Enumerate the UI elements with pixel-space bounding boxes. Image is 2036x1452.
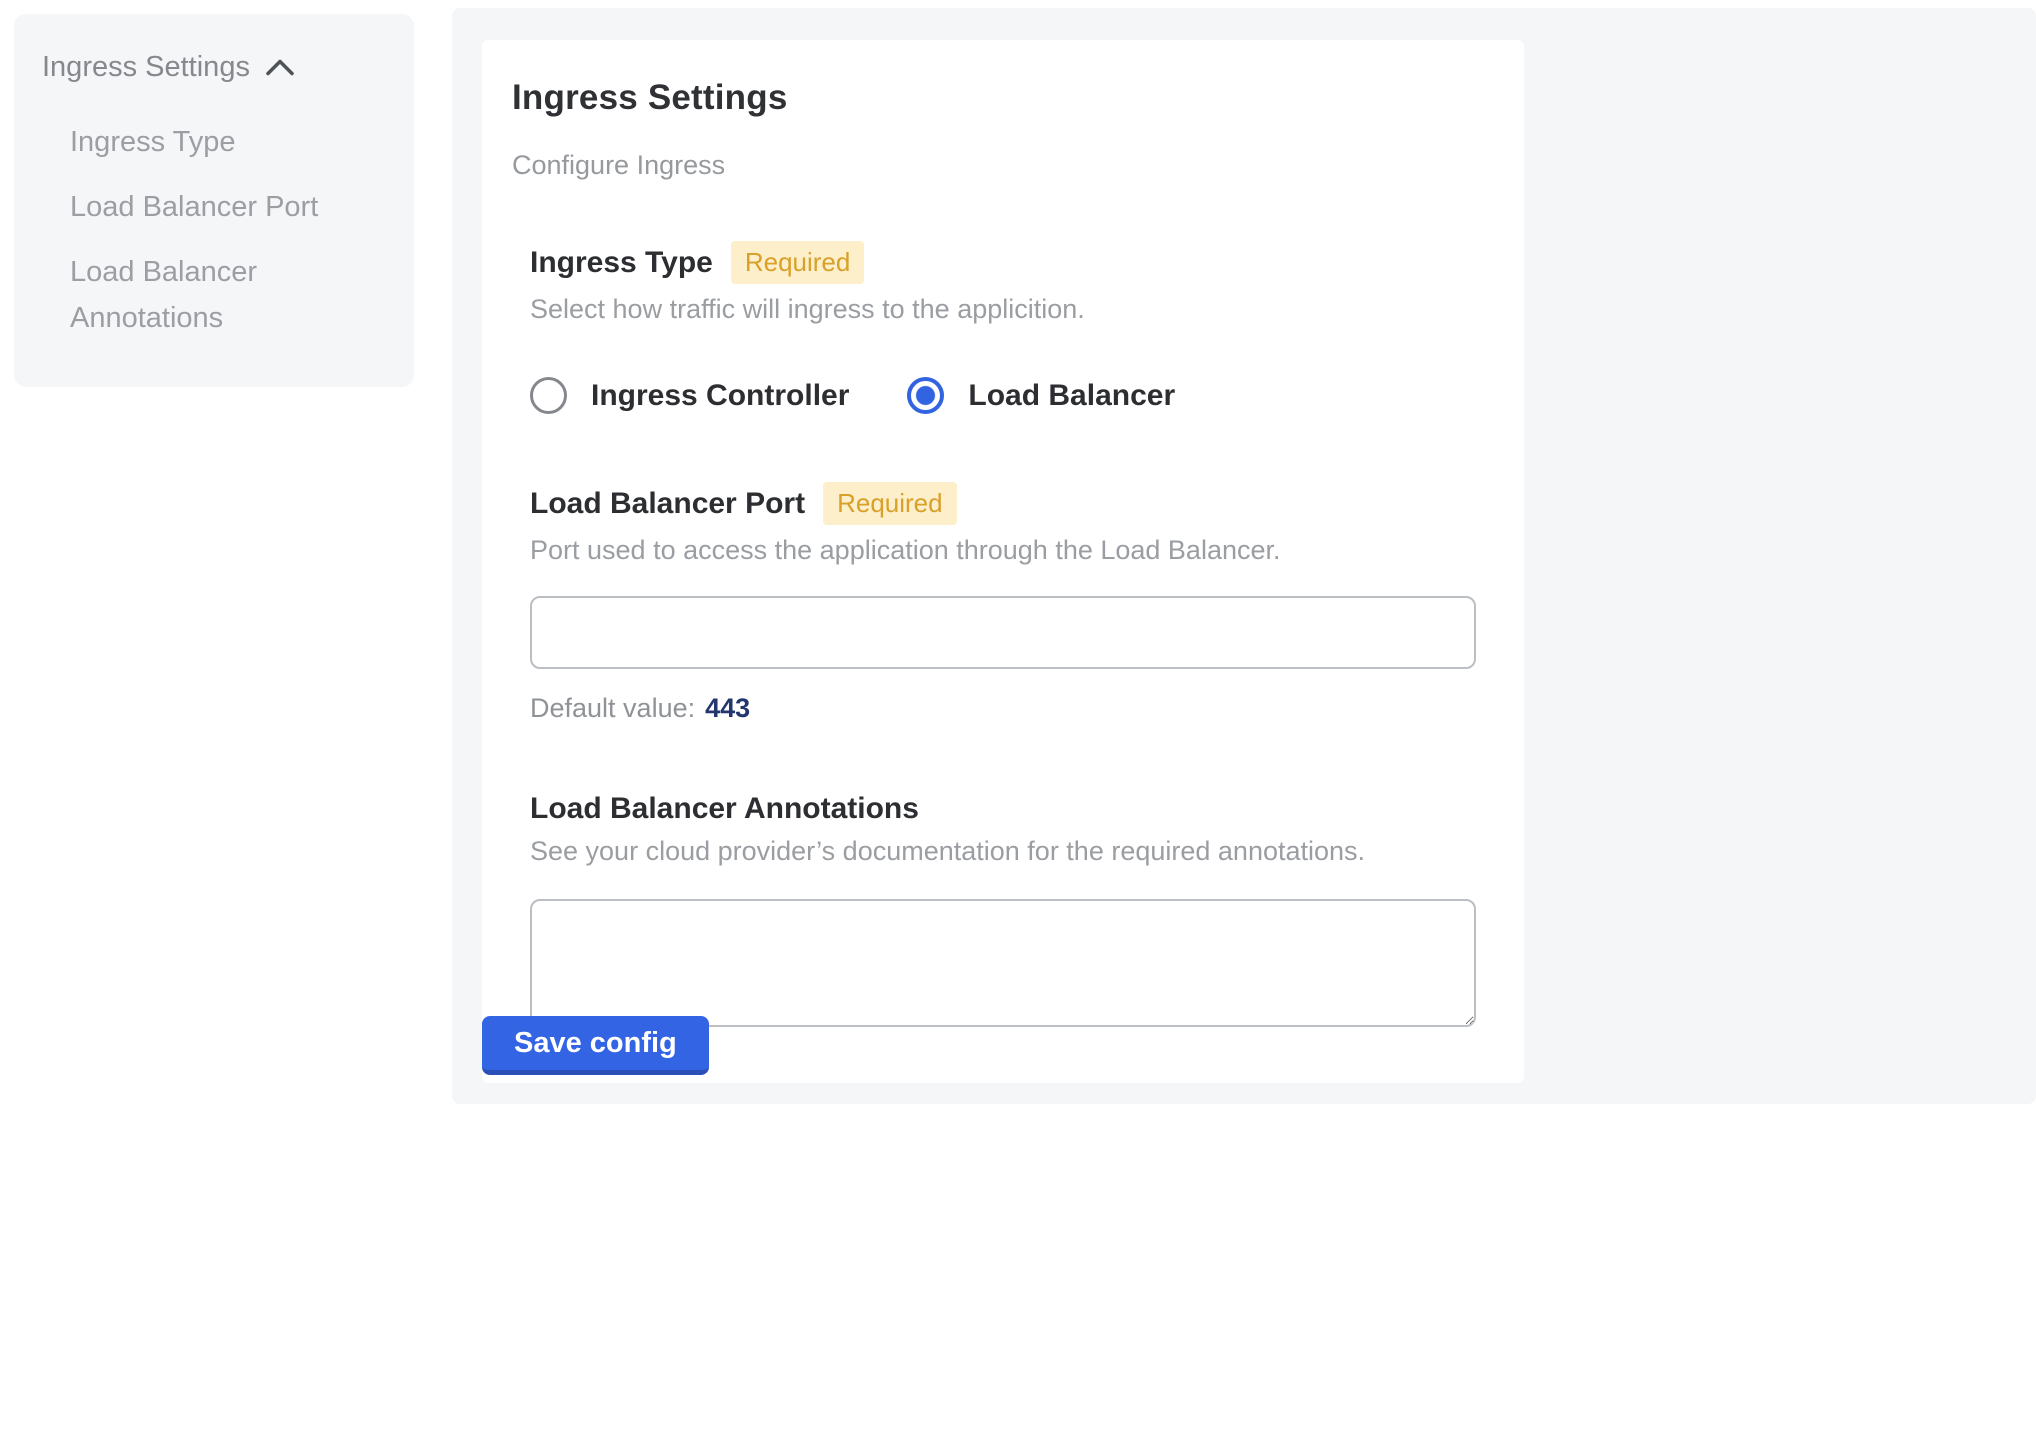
ingress-type-help: Select how traffic will ingress to the a… <box>530 294 1476 325</box>
radio-option-load-balancer[interactable]: Load Balancer <box>907 377 1175 414</box>
ingress-type-label-row: Ingress Type Required <box>530 241 1476 284</box>
ingress-type-label: Ingress Type <box>530 246 713 280</box>
default-value: 443 <box>705 693 750 723</box>
config-panel: Ingress Settings Configure Ingress Ingre… <box>452 8 2036 1104</box>
load-balancer-annotations-label: Load Balancer Annotations <box>530 792 919 826</box>
load-balancer-port-label: Load Balancer Port <box>530 487 805 521</box>
sidebar-item-ingress-type[interactable]: Ingress Type <box>70 119 384 165</box>
page: Ingress Settings Ingress Type Load Balan… <box>0 0 2036 1452</box>
save-config-button[interactable]: Save config <box>482 1016 709 1075</box>
sidebar-item-load-balancer-port[interactable]: Load Balancer Port <box>70 184 384 230</box>
fields-container: Ingress Type Required Select how traffic… <box>512 241 1476 1027</box>
ingress-type-required-badge: Required <box>731 241 865 284</box>
radio-option-ingress-controller[interactable]: Ingress Controller <box>530 377 849 414</box>
load-balancer-port-input[interactable] <box>530 596 1476 669</box>
field-load-balancer-annotations: Load Balancer Annotations See your cloud… <box>530 792 1476 1027</box>
sidebar-item-list: Ingress Type Load Balancer Port Load Bal… <box>42 119 384 341</box>
load-balancer-port-help: Port used to access the application thro… <box>530 535 1476 566</box>
field-load-balancer-port: Load Balancer Port Required Port used to… <box>530 482 1476 724</box>
ingress-type-radio-group: Ingress Controller Load Balancer <box>530 377 1476 414</box>
chevron-up-icon <box>266 59 294 76</box>
config-sidebar: Ingress Settings Ingress Type Load Balan… <box>14 14 414 387</box>
load-balancer-port-required-badge: Required <box>823 482 957 525</box>
sidebar-item-load-balancer-annotations[interactable]: Load Balancer Annotations <box>70 249 384 341</box>
field-ingress-type: Ingress Type Required Select how traffic… <box>530 241 1476 414</box>
page-subtitle: Configure Ingress <box>512 150 1476 181</box>
load-balancer-annotations-help: See your cloud provider’s documentation … <box>530 836 1476 867</box>
sidebar-group-ingress-settings[interactable]: Ingress Settings <box>42 50 384 85</box>
sidebar-group-label: Ingress Settings <box>42 50 250 85</box>
load-balancer-radio-label: Load Balancer <box>968 379 1175 413</box>
load-balancer-annotations-label-row: Load Balancer Annotations <box>530 792 1476 826</box>
ingress-controller-radio[interactable] <box>530 377 567 414</box>
load-balancer-radio[interactable] <box>907 377 944 414</box>
ingress-controller-radio-label: Ingress Controller <box>591 379 849 413</box>
ingress-settings-card: Ingress Settings Configure Ingress Ingre… <box>482 40 1524 1083</box>
load-balancer-annotations-textarea[interactable] <box>530 899 1476 1027</box>
default-value-label: Default value: <box>530 693 695 723</box>
default-value-line: Default value: 443 <box>530 693 1476 724</box>
load-balancer-port-label-row: Load Balancer Port Required <box>530 482 1476 525</box>
page-title: Ingress Settings <box>512 78 1476 118</box>
